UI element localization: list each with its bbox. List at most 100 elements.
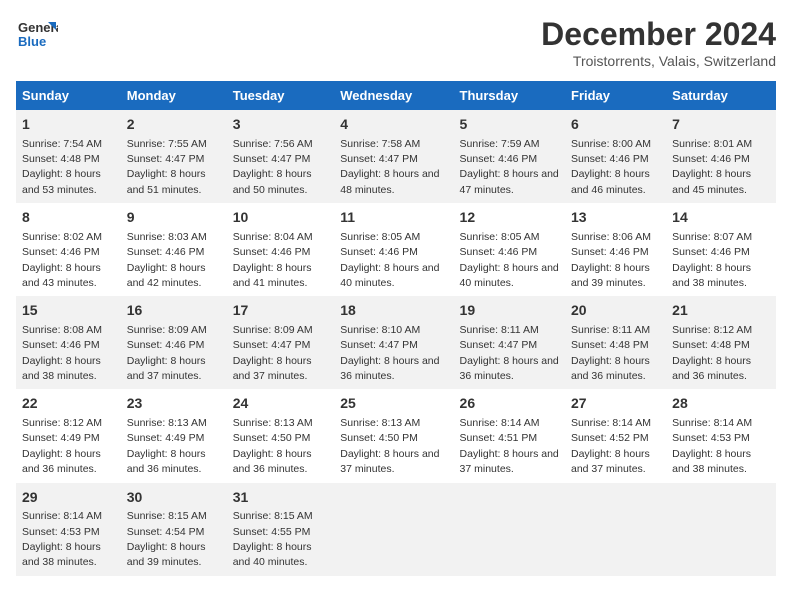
cell-info: Sunrise: 7:56 AMSunset: 4:47 PMDaylight:… (233, 138, 313, 196)
day-number: 3 (233, 115, 329, 135)
title-area: December 2024 Troistorrents, Valais, Swi… (541, 16, 776, 69)
day-number: 23 (127, 394, 221, 414)
day-cell: 23 Sunrise: 8:13 AMSunset: 4:49 PMDayligh… (121, 389, 227, 482)
cell-info: Sunrise: 8:14 AMSunset: 4:53 PMDaylight:… (22, 510, 102, 568)
cell-info: Sunrise: 8:05 AMSunset: 4:46 PMDaylight:… (340, 231, 439, 289)
day-cell: 6Sunrise: 8:00 AMSunset: 4:46 PMDaylight… (565, 110, 666, 203)
cell-info: Sunrise: 8:15 AMSunset: 4:55 PMDaylight:… (233, 510, 313, 568)
day-number: 7 (672, 115, 770, 135)
day-number: 8 (22, 208, 115, 228)
cell-info: Sunrise: 8:10 AMSunset: 4:47 PMDaylight:… (340, 324, 439, 382)
col-header-tuesday: Tuesday (227, 81, 335, 110)
cell-info: Sunrise: 7:58 AMSunset: 4:47 PMDaylight:… (340, 138, 439, 196)
cell-info: Sunrise: 7:59 AMSunset: 4:46 PMDaylight:… (460, 138, 559, 196)
cell-info: Sunrise: 8:06 AMSunset: 4:46 PMDaylight:… (571, 231, 651, 289)
week-row-4: 22 Sunrise: 8:12 AMSunset: 4:49 PMDayligh… (16, 389, 776, 482)
col-header-sunday: Sunday (16, 81, 121, 110)
cell-info: Sunrise: 8:09 AMSunset: 4:47 PMDaylight:… (233, 324, 313, 382)
day-cell: 10 Sunrise: 8:04 AMSunset: 4:46 PMDayligh… (227, 203, 335, 296)
day-cell: 21Sunrise: 8:12 AMSunset: 4:48 PMDayligh… (666, 296, 776, 389)
day-cell: 11 Sunrise: 8:05 AMSunset: 4:46 PMDayligh… (334, 203, 453, 296)
day-cell: 27 Sunrise: 8:14 AMSunset: 4:52 PMDayligh… (565, 389, 666, 482)
day-cell: 9 Sunrise: 8:03 AMSunset: 4:46 PMDaylight… (121, 203, 227, 296)
day-number: 31 (233, 488, 329, 508)
day-number: 10 (233, 208, 329, 228)
cell-info: Sunrise: 8:05 AMSunset: 4:46 PMDaylight:… (460, 231, 559, 289)
logo-svg: General Blue (16, 16, 58, 58)
day-number: 22 (22, 394, 115, 414)
cell-info: Sunrise: 8:04 AMSunset: 4:46 PMDaylight:… (233, 231, 313, 289)
col-header-saturday: Saturday (666, 81, 776, 110)
week-row-2: 8 Sunrise: 8:02 AMSunset: 4:46 PMDaylight… (16, 203, 776, 296)
day-cell: 16 Sunrise: 8:09 AMSunset: 4:46 PMDayligh… (121, 296, 227, 389)
day-number: 9 (127, 208, 221, 228)
week-row-3: 15 Sunrise: 8:08 AMSunset: 4:46 PMDayligh… (16, 296, 776, 389)
day-number: 25 (340, 394, 447, 414)
day-number: 15 (22, 301, 115, 321)
cell-info: Sunrise: 8:08 AMSunset: 4:46 PMDaylight:… (22, 324, 102, 382)
col-header-friday: Friday (565, 81, 666, 110)
cell-info: Sunrise: 8:13 AMSunset: 4:50 PMDaylight:… (340, 417, 439, 475)
day-number: 24 (233, 394, 329, 414)
cell-info: Sunrise: 8:13 AMSunset: 4:50 PMDaylight:… (233, 417, 313, 475)
day-cell: 28Sunrise: 8:14 AMSunset: 4:53 PMDayligh… (666, 389, 776, 482)
day-cell: 29Sunrise: 8:14 AMSunset: 4:53 PMDayligh… (16, 483, 121, 576)
header: General Blue December 2024 Troistorrents… (16, 16, 776, 69)
day-number: 1 (22, 115, 115, 135)
day-number: 12 (460, 208, 559, 228)
day-number: 17 (233, 301, 329, 321)
day-cell (334, 483, 453, 576)
cell-info: Sunrise: 7:55 AMSunset: 4:47 PMDaylight:… (127, 138, 207, 196)
subtitle: Troistorrents, Valais, Switzerland (541, 53, 776, 69)
week-row-5: 29Sunrise: 8:14 AMSunset: 4:53 PMDayligh… (16, 483, 776, 576)
day-number: 14 (672, 208, 770, 228)
day-cell: 3 Sunrise: 7:56 AMSunset: 4:47 PMDaylight… (227, 110, 335, 203)
day-number: 19 (460, 301, 559, 321)
day-cell: 22 Sunrise: 8:12 AMSunset: 4:49 PMDayligh… (16, 389, 121, 482)
cell-info: Sunrise: 8:02 AMSunset: 4:46 PMDaylight:… (22, 231, 102, 289)
day-cell (565, 483, 666, 576)
day-number: 13 (571, 208, 660, 228)
day-number: 4 (340, 115, 447, 135)
cell-info: Sunrise: 8:13 AMSunset: 4:49 PMDaylight:… (127, 417, 207, 475)
svg-text:Blue: Blue (18, 34, 46, 49)
day-cell: 8 Sunrise: 8:02 AMSunset: 4:46 PMDaylight… (16, 203, 121, 296)
day-cell: 12 Sunrise: 8:05 AMSunset: 4:46 PMDayligh… (454, 203, 565, 296)
day-number: 16 (127, 301, 221, 321)
day-cell: 30Sunrise: 8:15 AMSunset: 4:54 PMDayligh… (121, 483, 227, 576)
col-header-monday: Monday (121, 81, 227, 110)
day-cell: 25 Sunrise: 8:13 AMSunset: 4:50 PMDayligh… (334, 389, 453, 482)
day-cell: 2Sunrise: 7:55 AMSunset: 4:47 PMDaylight… (121, 110, 227, 203)
cell-info: Sunrise: 8:12 AMSunset: 4:49 PMDaylight:… (22, 417, 102, 475)
day-cell: 18 Sunrise: 8:10 AMSunset: 4:47 PMDayligh… (334, 296, 453, 389)
cell-info: Sunrise: 8:07 AMSunset: 4:46 PMDaylight:… (672, 231, 752, 289)
day-cell (454, 483, 565, 576)
cell-info: Sunrise: 8:14 AMSunset: 4:52 PMDaylight:… (571, 417, 651, 475)
header-row: SundayMondayTuesdayWednesdayThursdayFrid… (16, 81, 776, 110)
cell-info: Sunrise: 8:14 AMSunset: 4:53 PMDaylight:… (672, 417, 752, 475)
calendar-table: SundayMondayTuesdayWednesdayThursdayFrid… (16, 81, 776, 576)
cell-info: Sunrise: 7:54 AMSunset: 4:48 PMDaylight:… (22, 138, 102, 196)
day-cell: 19Sunrise: 8:11 AMSunset: 4:47 PMDayligh… (454, 296, 565, 389)
day-cell: 7Sunrise: 8:01 AMSunset: 4:46 PMDaylight… (666, 110, 776, 203)
day-cell: 1 Sunrise: 7:54 AMSunset: 4:48 PMDaylight… (16, 110, 121, 203)
cell-info: Sunrise: 8:03 AMSunset: 4:46 PMDaylight:… (127, 231, 207, 289)
cell-info: Sunrise: 8:09 AMSunset: 4:46 PMDaylight:… (127, 324, 207, 382)
day-cell (666, 483, 776, 576)
logo: General Blue (16, 16, 58, 58)
cell-info: Sunrise: 8:11 AMSunset: 4:48 PMDaylight:… (571, 324, 650, 382)
cell-info: Sunrise: 8:14 AMSunset: 4:51 PMDaylight:… (460, 417, 559, 475)
cell-info: Sunrise: 8:15 AMSunset: 4:54 PMDaylight:… (127, 510, 207, 568)
day-number: 29 (22, 488, 115, 508)
col-header-thursday: Thursday (454, 81, 565, 110)
day-cell: 17 Sunrise: 8:09 AMSunset: 4:47 PMDayligh… (227, 296, 335, 389)
day-number: 20 (571, 301, 660, 321)
day-number: 11 (340, 208, 447, 228)
week-row-1: 1 Sunrise: 7:54 AMSunset: 4:48 PMDaylight… (16, 110, 776, 203)
day-number: 27 (571, 394, 660, 414)
day-number: 18 (340, 301, 447, 321)
day-cell: 20 Sunrise: 8:11 AMSunset: 4:48 PMDayligh… (565, 296, 666, 389)
main-title: December 2024 (541, 16, 776, 53)
day-cell: 14 Sunrise: 8:07 AMSunset: 4:46 PMDayligh… (666, 203, 776, 296)
day-number: 26 (460, 394, 559, 414)
